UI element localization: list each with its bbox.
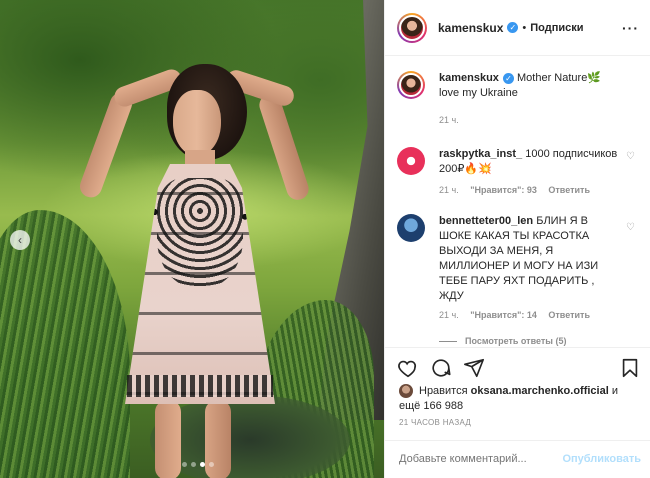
caption-username[interactable]: kamenskux xyxy=(439,72,499,84)
likes-summary: Нравится oksana.marchenko.official и ещё… xyxy=(399,384,639,414)
bookmark-icon[interactable] xyxy=(619,357,641,379)
comment-message: БЛИН Я В ШОКЕ КАКАЯ ТЫ КРАСОТКА ВЫХОДИ З… xyxy=(439,215,599,302)
liker-username[interactable]: oksana.marchenko.official xyxy=(471,385,609,397)
comment-avatar[interactable] xyxy=(397,147,425,175)
carousel-dot xyxy=(182,462,187,467)
verified-badge-icon: ✓ xyxy=(507,22,519,33)
caption-item: kamenskux ✓ Mother Nature🌿love my Ukraine… xyxy=(397,71,639,141)
woman-figure xyxy=(76,60,312,478)
avatar-image xyxy=(399,73,423,97)
comment-input[interactable] xyxy=(399,453,549,465)
comment-time: 21 ч. xyxy=(439,310,459,320)
comment-meta: 21 ч. "Нравится": 14 Ответить xyxy=(439,310,599,320)
post-header: kamenskux ✓ • Подписки ··· xyxy=(385,0,650,56)
liker-avatar[interactable] xyxy=(399,384,413,399)
post-timestamp[interactable]: 21 ЧАСОВ НАЗАД xyxy=(399,418,471,427)
comment-icon[interactable] xyxy=(430,357,452,379)
view-replies-link[interactable]: Посмотреть ответы (5) xyxy=(439,336,566,346)
comment-item: bennetteter00_len БЛИН Я В ШОКЕ КАКАЯ ТЫ… xyxy=(397,214,639,334)
separator-dot: • xyxy=(522,21,527,34)
comment-time: 21 ч. xyxy=(439,185,459,195)
comment-likes[interactable]: "Нравится": 93 xyxy=(470,185,537,195)
caption-avatar[interactable] xyxy=(397,71,425,99)
post-media[interactable]: ‹ xyxy=(0,0,384,478)
avatar-image xyxy=(399,14,425,41)
heart-outline-icon[interactable]: ♡ xyxy=(626,222,635,233)
comment-likes[interactable]: "Нравится": 14 xyxy=(470,310,537,320)
chevron-left-icon: ‹ xyxy=(18,233,22,247)
dress-hem xyxy=(127,375,273,397)
carousel-dot-active xyxy=(200,462,205,467)
heart-outline-icon[interactable]: ♡ xyxy=(626,151,635,162)
following-button[interactable]: Подписки xyxy=(530,22,583,34)
comment-username[interactable]: bennetteter00_len xyxy=(439,215,533,227)
more-dots-icon[interactable]: ··· xyxy=(622,20,639,36)
dress-embroidery xyxy=(157,178,243,288)
add-comment-bar: Опубликовать xyxy=(385,440,650,478)
verified-badge-icon: ✓ xyxy=(502,72,514,84)
heart-icon[interactable] xyxy=(397,357,419,379)
publish-button[interactable]: Опубликовать xyxy=(562,453,641,465)
comment-item: raskpytka_inst_ 1000 подписчиков 200₽🔥💥 … xyxy=(397,147,639,197)
comment-text: raskpytka_inst_ 1000 подписчиков 200₽🔥💥 xyxy=(439,147,619,177)
username-link[interactable]: kamenskux xyxy=(438,21,503,35)
comment-avatar[interactable] xyxy=(397,214,425,242)
carousel-dot xyxy=(209,462,214,467)
comment-meta: 21 ч. "Нравится": 93 Ответить xyxy=(439,185,599,195)
reply-button[interactable]: Ответить xyxy=(548,310,590,320)
caption-text: kamenskux ✓ Mother Nature🌿love my Ukraine xyxy=(439,71,619,101)
likes-prefix: Нравится xyxy=(419,385,468,397)
comment-username[interactable]: raskpytka_inst_ xyxy=(439,148,522,160)
avatar[interactable] xyxy=(397,12,427,43)
face xyxy=(173,90,221,156)
action-bar xyxy=(385,347,650,387)
caption-time: 21 ч. xyxy=(439,115,459,125)
carousel-dot xyxy=(191,462,196,467)
comments-list[interactable]: kamenskux ✓ Mother Nature🌿love my Ukraine… xyxy=(385,57,650,347)
carousel-prev-button[interactable]: ‹ xyxy=(10,230,30,250)
arm-right xyxy=(256,91,312,203)
carousel-dots xyxy=(182,462,214,467)
comment-text: bennetteter00_len БЛИН Я В ШОКЕ КАКАЯ ТЫ… xyxy=(439,214,619,304)
share-icon[interactable] xyxy=(463,357,485,379)
leg-left xyxy=(155,400,181,478)
post-side-panel: kamenskux ✓ • Подписки ··· kamenskux ✓ Mo… xyxy=(384,0,650,478)
reply-button[interactable]: Ответить xyxy=(548,185,590,195)
caption-meta: 21 ч. xyxy=(439,115,468,125)
